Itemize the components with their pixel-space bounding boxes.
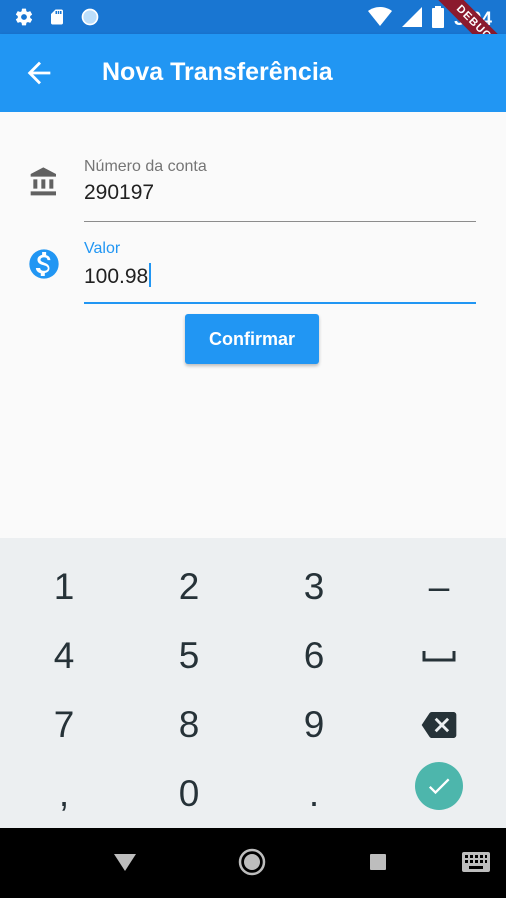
sync-circle-icon	[80, 7, 100, 32]
back-button[interactable]	[22, 56, 56, 90]
status-icons-left	[14, 7, 100, 32]
arrow-back-icon	[27, 61, 51, 85]
numeric-keyboard: 1 2 3 – 4 5 6 7 8 9 , 0 .	[0, 538, 506, 828]
system-nav-bar	[0, 828, 506, 898]
settings-icon	[14, 7, 34, 32]
key-enter[interactable]	[377, 752, 501, 820]
page-title: Nova Transferência	[102, 58, 333, 86]
confirm-button[interactable]: Confirmar	[185, 314, 319, 364]
account-number-value: 290197	[84, 181, 155, 204]
home-circle-icon	[238, 848, 266, 876]
dollar-circle-icon	[28, 248, 60, 285]
nav-recents-button[interactable]	[369, 853, 387, 876]
value-underline	[84, 302, 476, 304]
transfer-form: Número da conta 290197 Valor 100.98 Conf…	[0, 112, 506, 538]
key-0[interactable]: 0	[127, 760, 251, 828]
key-8[interactable]: 8	[127, 691, 251, 759]
key-2[interactable]: 2	[127, 553, 251, 621]
key-6[interactable]: 6	[252, 622, 376, 690]
app-bar: Nova Transferência	[0, 34, 506, 112]
nav-home-button[interactable]	[238, 848, 266, 881]
nav-back-button[interactable]	[114, 852, 136, 877]
key-space[interactable]	[377, 622, 501, 690]
square-icon	[370, 854, 386, 870]
key-3[interactable]: 3	[252, 553, 376, 621]
check-icon	[428, 778, 450, 795]
wifi-icon	[367, 7, 392, 32]
key-period[interactable]: .	[252, 760, 376, 828]
bank-icon	[28, 166, 60, 203]
space-bar-icon	[422, 651, 456, 662]
key-minus[interactable]: –	[377, 553, 501, 621]
text-cursor	[149, 263, 152, 287]
triangle-down-icon	[114, 854, 136, 871]
key-1[interactable]: 1	[2, 553, 126, 621]
nav-keyboard-button[interactable]	[462, 852, 490, 877]
key-4[interactable]: 4	[2, 622, 126, 690]
key-7[interactable]: 7	[2, 691, 126, 759]
key-comma[interactable]: ,	[2, 760, 126, 828]
backspace-icon	[421, 712, 457, 738]
value-label: Valor	[84, 240, 121, 257]
value-text: 100.98	[84, 265, 149, 288]
battery-icon	[431, 6, 444, 33]
keyboard-icon	[462, 852, 490, 872]
key-backspace[interactable]	[377, 691, 501, 759]
account-number-underline	[84, 221, 476, 222]
key-9[interactable]: 9	[252, 691, 376, 759]
status-bar: 3:04 DEBUG	[0, 0, 506, 72]
account-number-label: Número da conta	[84, 158, 207, 175]
sd-card-icon	[48, 7, 66, 32]
value-input-display: 100.98	[84, 263, 152, 289]
signal-icon	[401, 7, 422, 32]
enter-button[interactable]	[415, 762, 463, 810]
key-5[interactable]: 5	[127, 622, 251, 690]
